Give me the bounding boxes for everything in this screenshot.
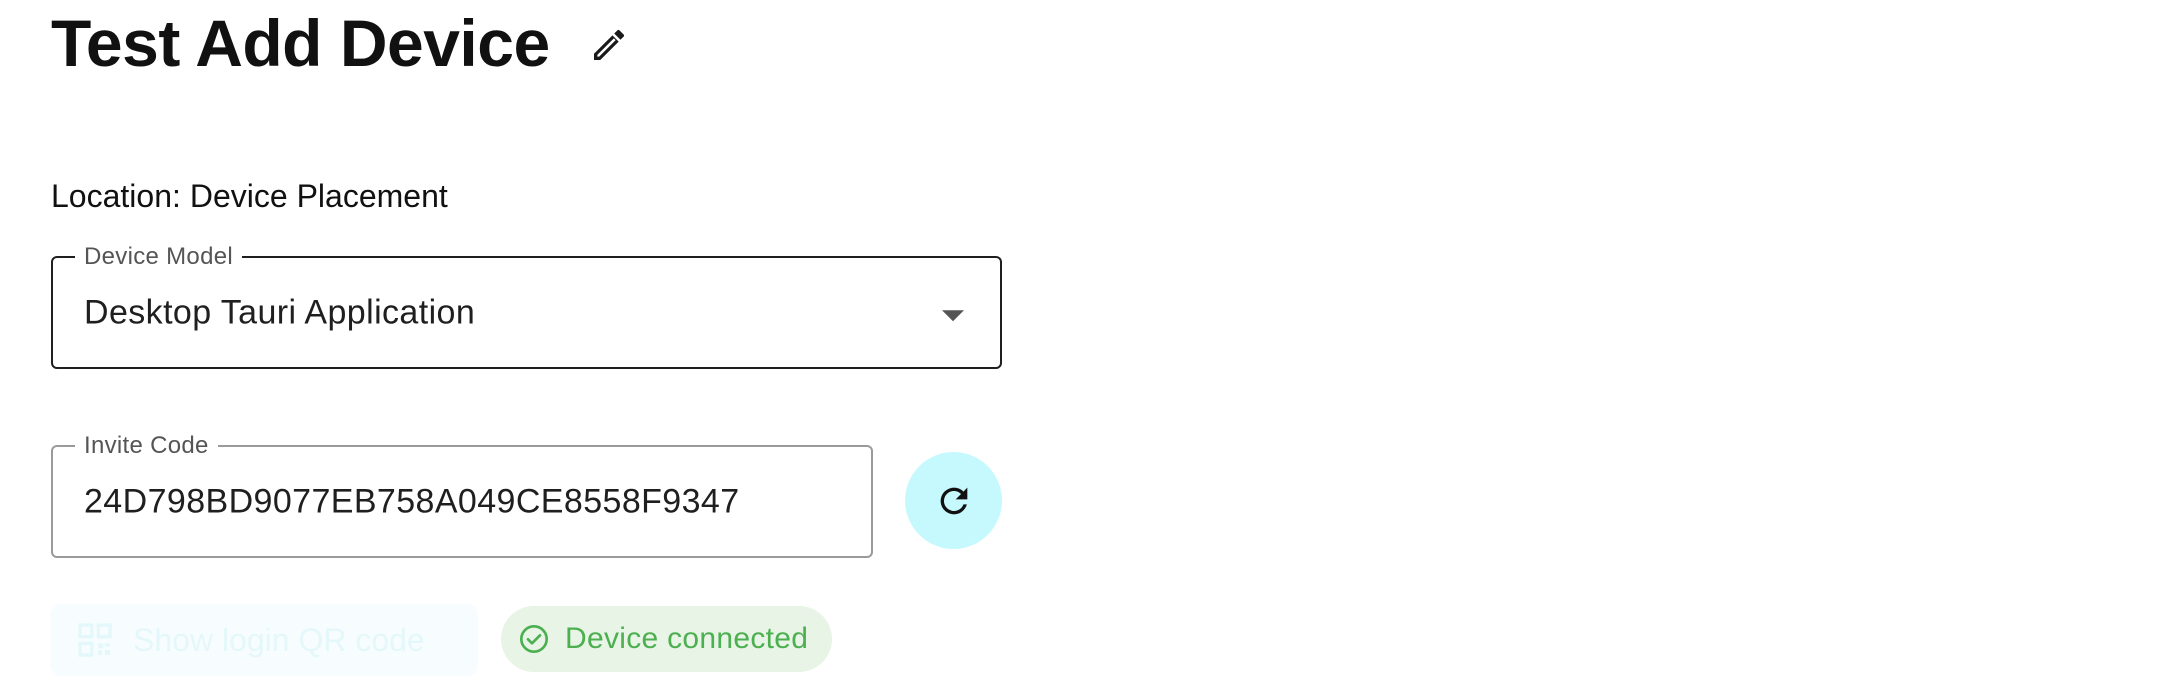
page-title: Test Add Device — [51, 6, 550, 80]
location-value: Device Placement — [189, 178, 448, 214]
show-qr-code-button[interactable]: Show login QR code — [51, 604, 478, 676]
show-qr-code-label: Show login QR code — [133, 621, 425, 658]
location-label: Location: — [51, 178, 181, 214]
device-model-select[interactable]: Device Model Desktop Tauri Application — [51, 243, 1002, 369]
title-row: Test Add Device — [51, 10, 634, 76]
invite-code-label: Invite Code — [75, 432, 218, 460]
pencil-icon — [593, 29, 624, 60]
status-label: Device connected — [565, 622, 809, 655]
location-line: Location: Device Placement — [51, 178, 448, 215]
invite-code-field[interactable]: Invite Code 24D798BD9077EB758A049CE8558F… — [51, 432, 873, 558]
refresh-invite-code-button[interactable] — [905, 452, 1002, 549]
check-circle-icon — [517, 622, 551, 656]
caret-down-icon — [942, 309, 964, 321]
invite-code-value: 24D798BD9077EB758A049CE8558F9347 — [84, 482, 740, 520]
device-model-label: Device Model — [75, 243, 242, 271]
status-badge: Device connected — [501, 606, 833, 672]
edit-title-button[interactable] — [584, 20, 634, 70]
add-device-page: Test Add Device Location: Device Placeme… — [0, 0, 2160, 692]
device-model-value: Desktop Tauri Application — [84, 293, 476, 331]
qr-code-icon — [73, 618, 117, 662]
refresh-icon — [940, 487, 967, 514]
